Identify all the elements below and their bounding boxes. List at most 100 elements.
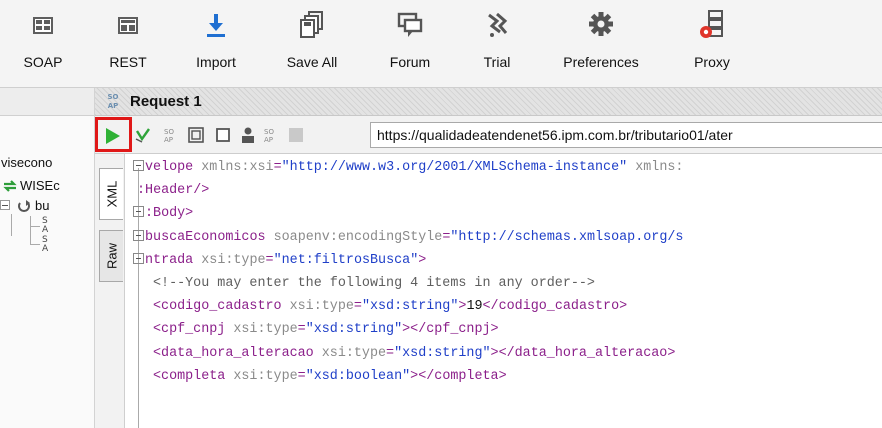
xml-code-line: buscaEconomicos soapenv:encodingStyle="h… bbox=[133, 227, 683, 249]
xml-token: 19 bbox=[466, 299, 483, 315]
svg-text:SO: SO bbox=[264, 128, 274, 136]
xml-token: :Header/> bbox=[137, 183, 210, 199]
user-icon[interactable] bbox=[240, 126, 256, 144]
xml-token: <cpf_cnpj bbox=[153, 322, 226, 338]
xml-token: <!--You may enter the following 4 items … bbox=[153, 276, 595, 291]
xml-code-line: ntrada xsi:type="net:filtrosBusca"> bbox=[133, 250, 426, 272]
fold-toggle-icon[interactable] bbox=[133, 206, 144, 218]
main-toolbar: SOAP REST Import Save All Forum Trial Pr… bbox=[0, 0, 882, 88]
svg-text:AP: AP bbox=[164, 136, 173, 143]
xml-token: soapenv:encodingStyle bbox=[265, 229, 443, 245]
xml-token: xsi:type bbox=[313, 345, 387, 361]
xml-token: = bbox=[273, 160, 282, 175]
xml-token: "xsd:string" bbox=[305, 322, 403, 338]
xml-code-line: <data_hora_alteracao xsi:type="xsd:strin… bbox=[153, 343, 675, 365]
xml-token: "http://schemas.xmlsoap.org/s bbox=[450, 229, 684, 245]
xml-token: ></cpf_cnpj> bbox=[402, 322, 499, 338]
proxy-label: Proxy bbox=[694, 54, 730, 70]
forum-icon bbox=[397, 12, 423, 37]
xml-token: </codigo_cadastro> bbox=[482, 299, 628, 315]
xml-editor[interactable]: velope xmlns:xsi="http://www.w3.org/2001… bbox=[125, 154, 882, 428]
preferences-label: Preferences bbox=[563, 54, 639, 70]
save-all-button[interactable]: Save All bbox=[280, 8, 344, 70]
navigator-panel: visecono WISEc bu S A S A bbox=[0, 88, 95, 428]
rest-icon bbox=[118, 17, 138, 34]
xml-token: xsi:type bbox=[193, 252, 266, 268]
disabled-box-icon bbox=[289, 128, 303, 142]
operation-item[interactable]: A bbox=[42, 245, 48, 254]
forum-button[interactable]: Forum bbox=[385, 8, 435, 70]
xml-token: ntrada bbox=[145, 252, 194, 268]
tab-raw[interactable]: Raw bbox=[99, 230, 123, 282]
navigator-header bbox=[0, 88, 94, 116]
fold-toggle-icon[interactable] bbox=[133, 252, 144, 264]
xml-token: "xsd:string" bbox=[361, 299, 459, 315]
xml-token: ></data_hora_alteracao> bbox=[490, 345, 676, 361]
forum-label: Forum bbox=[389, 54, 431, 70]
xml-token: "net:filtrosBusca" bbox=[273, 252, 419, 268]
import-icon bbox=[207, 14, 225, 37]
xml-token: xsi:type bbox=[225, 368, 298, 384]
fold-toggle-icon[interactable] bbox=[133, 229, 144, 241]
xml-token: :Body> bbox=[145, 206, 194, 222]
run-button-highlight bbox=[95, 117, 132, 152]
xml-token: <completa bbox=[153, 368, 226, 384]
trial-icon bbox=[488, 12, 508, 37]
project-icon bbox=[3, 180, 17, 192]
xml-token: "xsd:boolean" bbox=[305, 368, 411, 384]
service-node[interactable]: bu bbox=[0, 196, 94, 216]
add-assertion-icon[interactable] bbox=[135, 127, 151, 143]
project-label: WISEc bbox=[20, 178, 60, 193]
soap-small-icon[interactable]: SO AP bbox=[163, 127, 177, 143]
tab-xml[interactable]: XML bbox=[99, 168, 123, 220]
editor-tabs: XML Raw bbox=[95, 154, 125, 428]
soap-badge-icon: SO AP bbox=[107, 93, 119, 110]
operation-item[interactable]: A bbox=[42, 226, 48, 235]
xml-code-line: <completa xsi:type="xsd:boolean"></compl… bbox=[153, 366, 507, 388]
soap-button[interactable]: SOAP bbox=[18, 8, 68, 70]
save-all-icon bbox=[300, 11, 323, 38]
project-node[interactable]: WISEc bbox=[0, 176, 94, 196]
xml-code-line: :Body> bbox=[133, 203, 193, 225]
proxy-button[interactable]: Proxy bbox=[687, 8, 737, 70]
request-title-bar: SO AP Request 1 bbox=[95, 88, 882, 116]
xml-code-line: <cpf_cnpj xsi:type="xsd:string"></cpf_cn… bbox=[153, 319, 499, 341]
workspace-label: visecono bbox=[1, 155, 53, 170]
endpoint-url-field[interactable]: https://qualidadeatendenet56.ipm.com.br/… bbox=[370, 122, 882, 148]
xml-token: "http://www.w3.org/2001/XMLSchema-instan… bbox=[281, 160, 628, 175]
proxy-icon bbox=[700, 10, 723, 38]
xml-token: = bbox=[297, 322, 306, 338]
xml-token: buscaEconomicos bbox=[145, 229, 266, 245]
format-xml-icon[interactable] bbox=[188, 127, 204, 143]
soap-options-icon[interactable]: SO AP bbox=[263, 127, 277, 143]
xml-token: velope bbox=[145, 160, 194, 175]
fold-toggle-icon[interactable] bbox=[133, 160, 144, 171]
xml-token: xsi:type bbox=[225, 322, 298, 338]
xml-token: xmlns:xsi bbox=[193, 160, 274, 175]
gear-icon bbox=[589, 12, 613, 36]
rest-button[interactable]: REST bbox=[103, 8, 153, 70]
xml-code-line: <!--You may enter the following 4 items … bbox=[153, 273, 595, 295]
soap-icon bbox=[33, 17, 53, 34]
soap-label: SOAP bbox=[23, 54, 63, 70]
request-title: Request 1 bbox=[130, 93, 202, 110]
interface-icon bbox=[18, 200, 30, 212]
xml-code-line: velope xmlns:xsi="http://www.w3.org/2001… bbox=[133, 157, 683, 179]
rest-label: REST bbox=[109, 54, 147, 70]
xml-token: <codigo_cadastro bbox=[153, 299, 282, 315]
xml-token: > bbox=[418, 252, 427, 268]
service-label: bu bbox=[35, 198, 50, 213]
trial-button[interactable]: Trial bbox=[477, 8, 517, 70]
import-button[interactable]: Import bbox=[188, 8, 244, 70]
save-all-label: Save All bbox=[286, 54, 338, 70]
preferences-button[interactable]: Preferences bbox=[553, 8, 649, 70]
svg-text:AP: AP bbox=[264, 136, 273, 143]
xml-code-line: :Header/> bbox=[137, 180, 209, 202]
xml-token: "xsd:string" bbox=[394, 345, 491, 361]
xml-token: xmlns: bbox=[627, 160, 684, 175]
xml-token: = bbox=[297, 368, 306, 384]
request-toolbar: SO AP SO AP https://qualidadeatendenet56… bbox=[95, 116, 882, 154]
stop-icon[interactable] bbox=[215, 127, 231, 143]
xml-token: = bbox=[353, 299, 362, 315]
import-label: Import bbox=[196, 54, 236, 70]
